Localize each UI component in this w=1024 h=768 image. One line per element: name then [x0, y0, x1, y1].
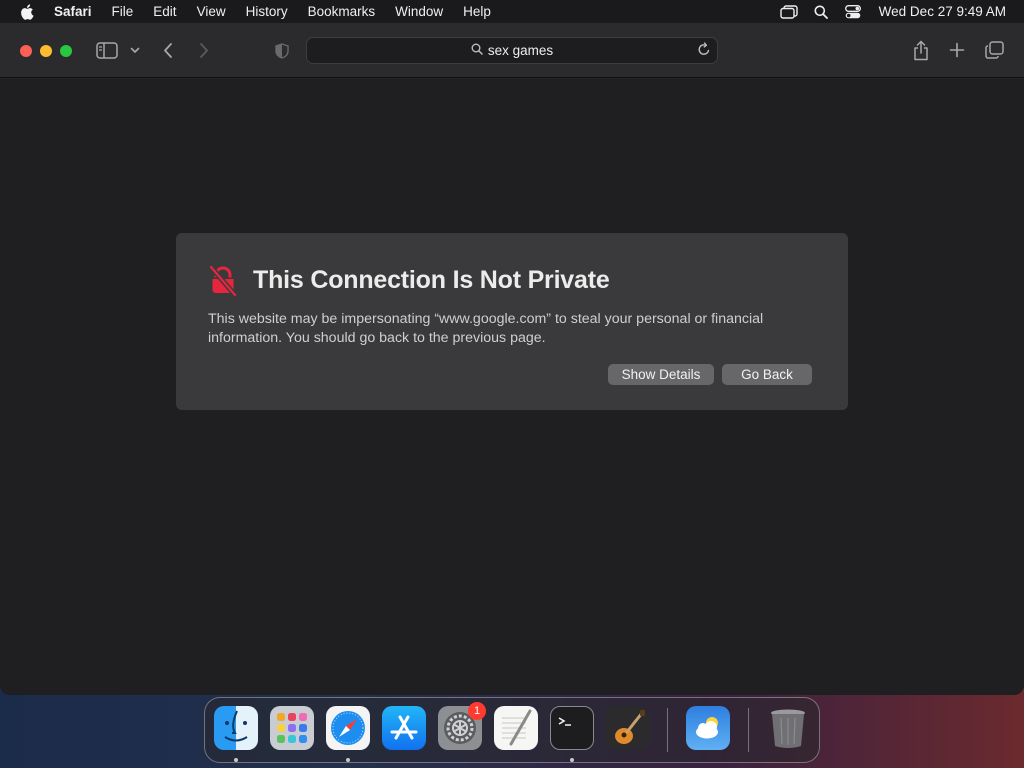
dock-separator — [667, 708, 668, 752]
spotlight-search-icon[interactable] — [805, 5, 837, 19]
menu-history[interactable]: History — [236, 0, 298, 23]
zoom-window-button[interactable] — [60, 45, 72, 57]
dock-separator-2 — [748, 708, 749, 752]
finder-running-dot — [234, 758, 238, 762]
safari-icon[interactable] — [326, 706, 370, 750]
menu-edit[interactable]: Edit — [143, 0, 186, 23]
address-bar[interactable]: sex games — [306, 37, 718, 64]
app-store-icon[interactable] — [382, 706, 426, 750]
control-center-icon[interactable] — [837, 4, 869, 19]
weather-icon[interactable] — [686, 706, 730, 750]
go-back-button[interactable]: Go Back — [722, 364, 812, 385]
finder-icon[interactable] — [214, 706, 258, 750]
trash-icon[interactable] — [766, 706, 810, 750]
show-details-button[interactable]: Show Details — [608, 364, 714, 385]
new-tab-plus-icon[interactable] — [949, 42, 965, 58]
menu-file[interactable]: File — [102, 0, 144, 23]
settings-notification-badge: 1 — [468, 702, 486, 720]
chevron-down-icon[interactable] — [130, 47, 140, 54]
safari-window: sex games This Connection Is Not Private… — [0, 23, 1024, 695]
menu-bookmarks[interactable]: Bookmarks — [298, 0, 386, 23]
dock: 1 — [204, 697, 820, 763]
textedit-icon[interactable] — [494, 706, 538, 750]
safari-running-dot — [346, 758, 350, 762]
address-bar-query: sex games — [487, 43, 554, 58]
warning-title: This Connection Is Not Private — [253, 266, 610, 294]
share-icon[interactable] — [912, 40, 930, 61]
garageband-icon[interactable] — [606, 706, 650, 750]
not-private-warning-icon — [207, 264, 239, 301]
menu-safari[interactable]: Safari — [54, 0, 102, 23]
sidebar-toggle-icon[interactable] — [96, 42, 118, 59]
page-content: This Connection Is Not Private This webs… — [0, 79, 1024, 695]
minimize-window-button[interactable] — [40, 45, 52, 57]
privacy-shield-icon[interactable] — [275, 43, 289, 59]
close-window-button[interactable] — [20, 45, 32, 57]
forward-arrow-icon[interactable] — [198, 42, 210, 59]
launchpad-icon[interactable] — [270, 706, 314, 750]
reload-icon[interactable] — [697, 42, 711, 60]
menu-help[interactable]: Help — [453, 0, 501, 23]
menu-view[interactable]: View — [187, 0, 236, 23]
menu-bar: Safari File Edit View History Bookmarks … — [0, 0, 1024, 23]
search-icon — [471, 43, 483, 58]
mouse-cursor-icon — [838, 762, 846, 768]
menu-window[interactable]: Window — [385, 0, 453, 23]
terminal-icon[interactable] — [550, 706, 594, 750]
browser-toolbar: sex games — [0, 23, 1024, 78]
terminal-running-dot — [570, 758, 574, 762]
tab-overview-icon[interactable] — [985, 41, 1004, 59]
back-arrow-icon[interactable] — [162, 42, 174, 59]
warning-body: This website may be impersonating “www.g… — [208, 311, 764, 346]
menu-bar-clock[interactable]: Wed Dec 27 9:49 AM — [869, 4, 1006, 19]
apple-menu-icon[interactable] — [0, 3, 54, 20]
stage-manager-icon[interactable] — [773, 4, 805, 19]
connection-warning-card: This Connection Is Not Private This webs… — [176, 233, 848, 410]
